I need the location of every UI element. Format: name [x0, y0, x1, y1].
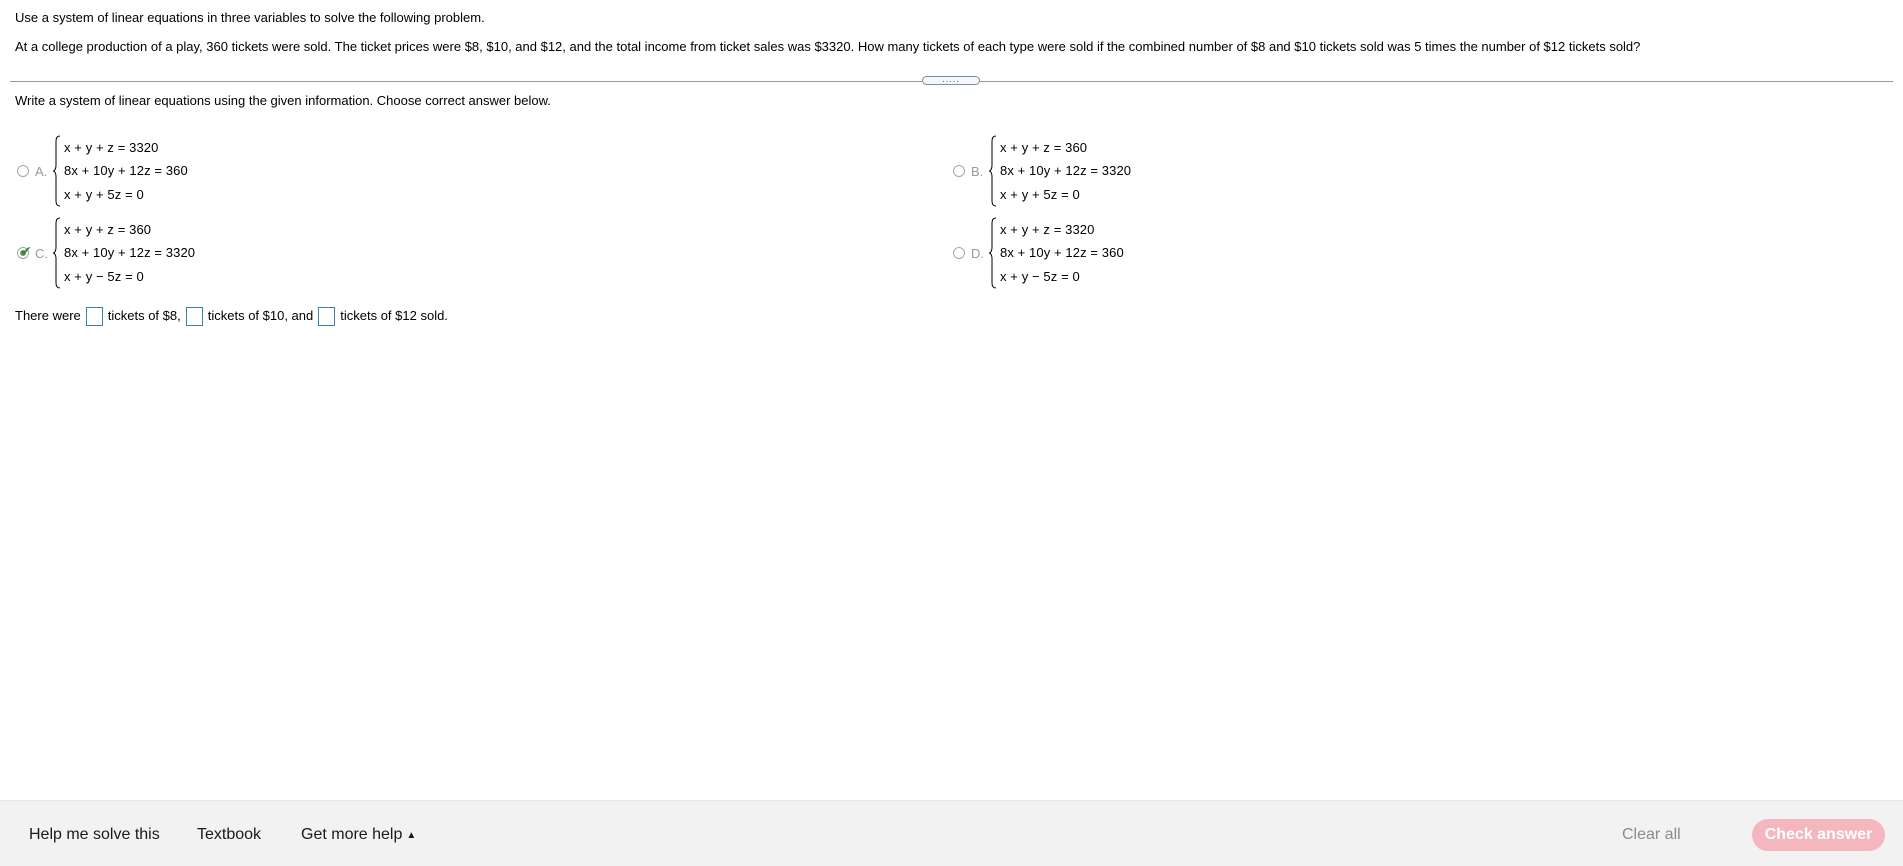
- option-b[interactable]: B. x + y + z = 360 8x + 10y + 12z = 3320…: [953, 133, 1131, 209]
- answer-input-8-dollar[interactable]: [85, 306, 103, 326]
- equation: 8x + 10y + 12z = 360: [64, 163, 188, 179]
- option-d[interactable]: D. x + y + z = 3320 8x + 10y + 12z = 360…: [953, 215, 1124, 291]
- check-answer-button[interactable]: Check answer: [1752, 819, 1885, 851]
- get-more-help-button[interactable]: Get more help ▲: [301, 826, 416, 844]
- option-d-letter: D.: [971, 245, 984, 261]
- answer-text-part: tickets of $8,: [107, 308, 181, 323]
- answer-input-10-dollar[interactable]: [185, 306, 203, 326]
- equation: 8x + 10y + 12z = 3320: [64, 245, 196, 261]
- option-b-letter: B.: [971, 163, 984, 179]
- correct-checkmark-icon: ✔: [20, 243, 32, 259]
- get-more-help-label: Get more help: [301, 826, 403, 843]
- equation: x + y + z = 360: [1000, 139, 1088, 155]
- footer-toolbar: Help me solve this Textbook Get more hel…: [0, 800, 1903, 866]
- equation: x + y + 5z = 0: [64, 186, 144, 202]
- option-a[interactable]: A. x + y + z = 3320 8x + 10y + 12z = 360…: [17, 133, 188, 209]
- option-a-system: x + y + z = 3320 8x + 10y + 12z = 360 x …: [53, 135, 188, 207]
- option-c-radio[interactable]: ✔: [17, 243, 32, 259]
- equation: 8x + 10y + 12z = 3320: [1000, 163, 1132, 179]
- option-d-radio[interactable]: [953, 247, 965, 259]
- equation: x + y + 5z = 0: [1000, 186, 1080, 202]
- textbook-button[interactable]: Textbook: [197, 826, 261, 844]
- help-me-solve-button[interactable]: Help me solve this: [29, 826, 160, 844]
- clear-all-button[interactable]: Clear all: [1622, 826, 1681, 844]
- option-b-system: x + y + z = 360 8x + 10y + 12z = 3320 x …: [989, 135, 1131, 207]
- left-brace-icon: [53, 217, 61, 289]
- caret-up-icon: ▲: [406, 830, 417, 841]
- answer-text-part: tickets of $12 sold.: [340, 308, 448, 323]
- pane-resize-handle[interactable]: .....: [922, 75, 980, 85]
- answer-input-12-dollar[interactable]: [318, 306, 336, 326]
- equation: 8x + 10y + 12z = 360: [1000, 245, 1124, 261]
- option-c-system: x + y + z = 360 8x + 10y + 12z = 3320 x …: [53, 217, 195, 289]
- option-b-radio[interactable]: [953, 165, 965, 177]
- answer-text-part: tickets of $10, and: [207, 308, 314, 323]
- equation: x + y + z = 360: [64, 221, 152, 237]
- option-c-letter: C.: [35, 245, 48, 261]
- equation: x + y − 5z = 0: [64, 268, 144, 284]
- question-page: Use a system of linear equations in thre…: [0, 0, 1903, 866]
- question-prompt: Write a system of linear equations using…: [15, 93, 551, 108]
- option-d-system: x + y + z = 3320 8x + 10y + 12z = 360 x …: [989, 217, 1124, 289]
- instructions-text: Use a system of linear equations in thre…: [15, 10, 485, 25]
- left-brace-icon: [989, 217, 997, 289]
- option-c[interactable]: ✔ C. x + y + z = 360 8x + 10y + 12z = 33…: [17, 215, 195, 291]
- left-brace-icon: [989, 135, 997, 207]
- equation: x + y + z = 3320: [64, 139, 159, 155]
- left-brace-icon: [53, 135, 61, 207]
- answer-sentence: There were tickets of $8, tickets of $10…: [15, 306, 448, 326]
- answer-text-part: There were: [15, 308, 81, 323]
- equation: x + y + z = 3320: [1000, 221, 1095, 237]
- option-a-letter: A.: [35, 163, 48, 179]
- problem-text: At a college production of a play, 360 t…: [15, 39, 1641, 54]
- option-a-radio[interactable]: [17, 165, 29, 177]
- equation: x + y − 5z = 0: [1000, 268, 1080, 284]
